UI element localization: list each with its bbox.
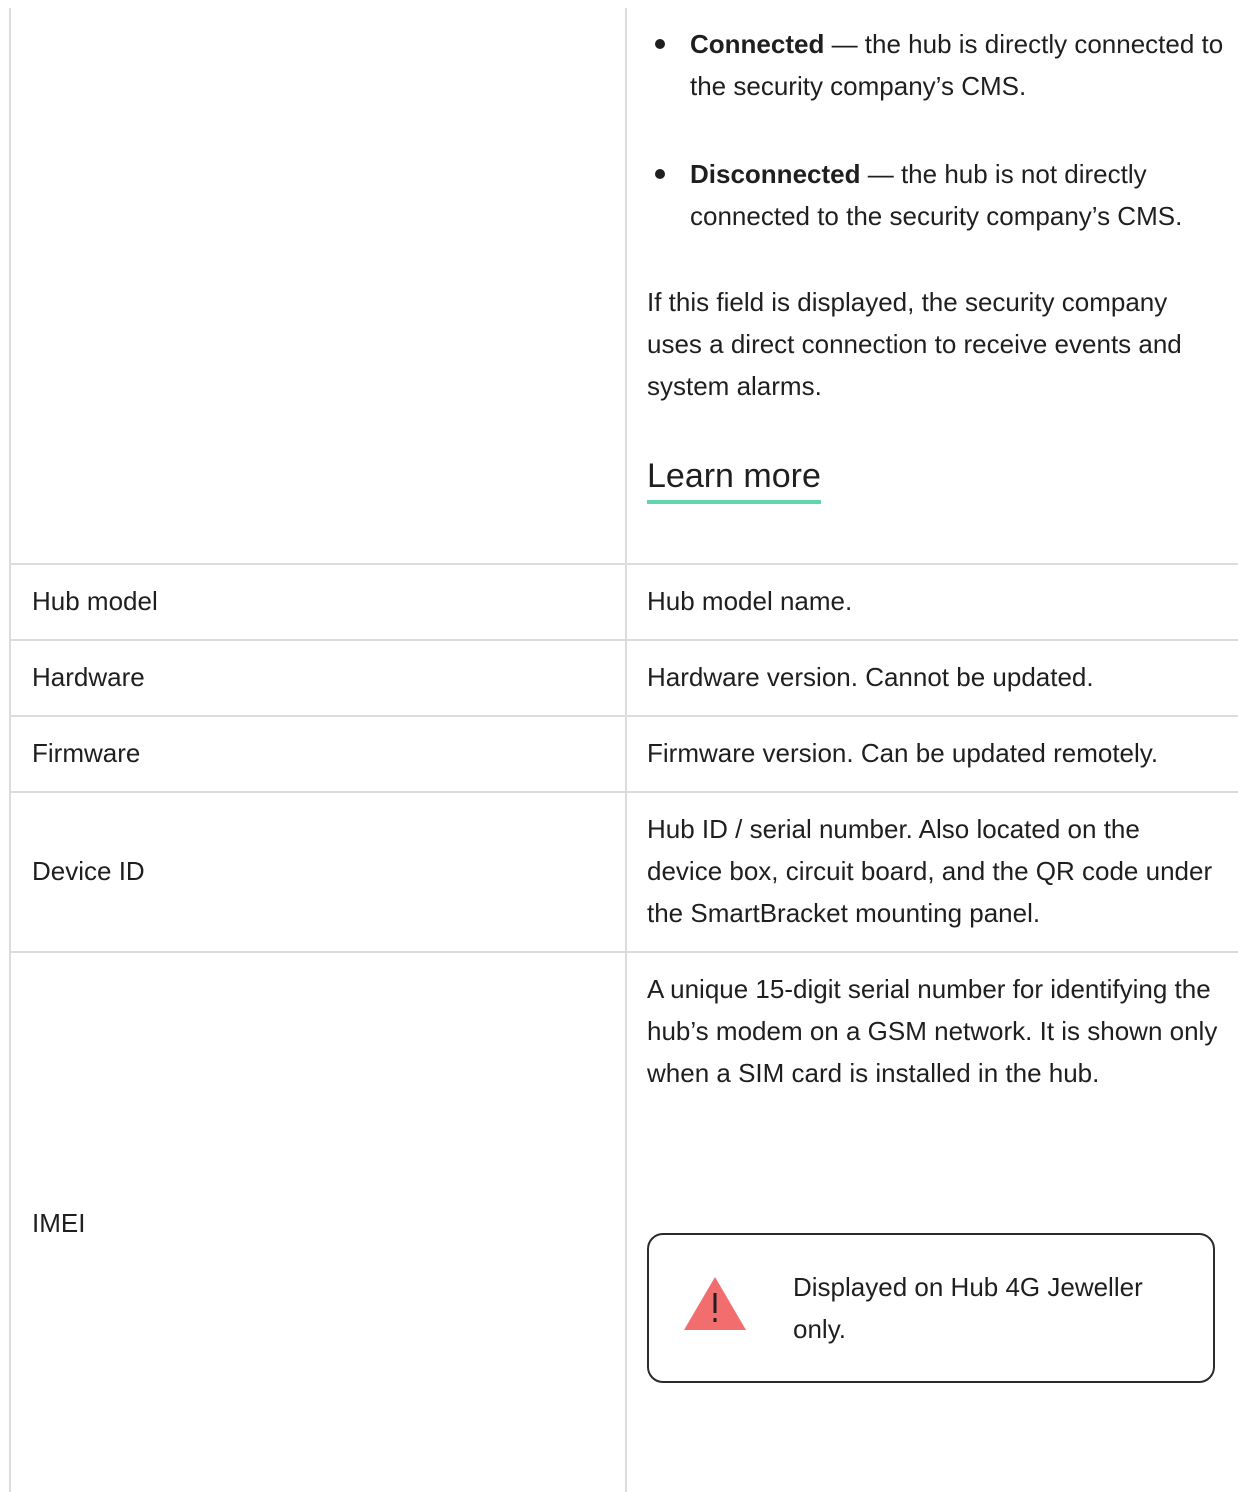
row-name-imei: IMEI — [32, 1208, 86, 1238]
row-description-imei: A unique 15-digit serial number for iden… — [647, 974, 1218, 1088]
bullet-icon — [655, 39, 665, 49]
note-text: Displayed on Hub 4G Jeweller only. — [793, 1272, 1143, 1344]
row-description-device-id: Hub ID / serial number. Also located on … — [647, 814, 1213, 928]
bullet-icon — [655, 169, 665, 179]
status-disconnected-label: Disconnected — [690, 159, 861, 189]
row-name-hub-model: Hub model — [32, 586, 158, 616]
table-border-left — [9, 8, 11, 1492]
row-name-hardware: Hardware — [32, 662, 145, 692]
row-description-hardware: Hardware version. Cannot be updated. — [647, 662, 1094, 692]
row-divider — [9, 639, 1238, 641]
direct-connection-note: If this field is displayed, the security… — [647, 287, 1182, 401]
table-column-divider — [625, 8, 627, 1492]
row-divider — [9, 791, 1238, 793]
row-description-firmware: Firmware version. Can be updated remotel… — [647, 738, 1159, 768]
row-divider — [9, 715, 1238, 717]
learn-more-link[interactable]: Learn more — [647, 452, 821, 504]
note-box: Displayed on Hub 4G Jeweller only. — [647, 1233, 1215, 1383]
row-description-hub-model: Hub model name. — [647, 586, 853, 616]
row-name-firmware: Firmware — [32, 738, 141, 768]
warning-icon — [684, 1277, 746, 1330]
status-connected-label: Connected — [690, 29, 825, 59]
row-divider — [9, 563, 1238, 565]
row-divider — [9, 951, 1238, 953]
settings-table: Connected — the hub is directly connecte… — [0, 0, 1238, 1492]
row-name-device-id: Device ID — [32, 856, 145, 886]
